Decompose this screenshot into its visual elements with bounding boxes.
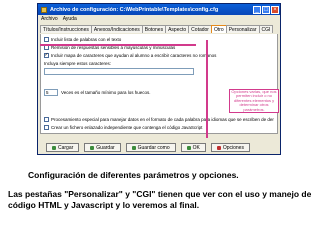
- checkbox[interactable]: [44, 37, 49, 42]
- load-button[interactable]: Cargar: [46, 143, 80, 152]
- ok-label: OK: [192, 144, 200, 151]
- option-case-sensitive[interactable]: Remisión de respuestas sensibles a mayús…: [44, 45, 175, 50]
- save-label: Guardar: [96, 144, 115, 151]
- option-label: Incluir mapa de caracteres que ayudan al…: [51, 53, 217, 58]
- checkbox[interactable]: [44, 117, 49, 122]
- checkbox[interactable]: [44, 125, 49, 130]
- option-label: Incluir lista de palabras con el texto: [51, 37, 122, 42]
- menu-file[interactable]: Archivo: [41, 16, 58, 22]
- tab-cgi[interactable]: CGI: [258, 25, 274, 33]
- options-label: Opciones: [222, 144, 244, 151]
- option-char-map[interactable]: ✓ Incluir mapa de caracteres que ayudan …: [44, 53, 216, 58]
- cross-icon: [216, 145, 221, 150]
- ok-button[interactable]: OK: [180, 143, 206, 152]
- title-bar: Archivo de configuración: C:\WebPrintabl…: [38, 4, 280, 15]
- tab-titulos[interactable]: Títulos/Instrucciones: [40, 25, 92, 33]
- save-as-button[interactable]: Guardar como: [125, 143, 176, 152]
- field-label-row: Incluya siempre estos caracteres:: [44, 61, 111, 66]
- caption: Configuración de diferentes parámetros y…: [28, 170, 239, 180]
- checkbox-checked[interactable]: ✓: [44, 53, 49, 58]
- app-icon: [41, 6, 47, 13]
- tab-anexos[interactable]: Anexos/Indicaciones: [90, 25, 143, 33]
- option-rtl[interactable]: Procesamiento especial para manejar dato…: [44, 117, 274, 122]
- options-button[interactable]: Opciones: [210, 143, 250, 152]
- characters-input[interactable]: [44, 68, 194, 75]
- option-label: Crear un fichero enlazado independiente …: [51, 125, 203, 130]
- disk-icon: [131, 145, 136, 150]
- tab-personalizar[interactable]: Personalizar: [225, 25, 260, 33]
- description-paragraph: Las pestañas "Personalizar" y "CGI" tien…: [8, 189, 312, 210]
- option-label: Procesamiento especial para manejar dato…: [51, 117, 274, 122]
- option-label: Remisión de respuestas sensibles a mayús…: [51, 45, 176, 50]
- config-window: Archivo de configuración: C:\WebPrintabl…: [37, 3, 281, 155]
- option-js-file[interactable]: Crear un fichero enlazado independiente …: [44, 125, 202, 130]
- annotation-arrow-horizontal: [40, 44, 196, 46]
- close-button[interactable]: ×: [271, 5, 279, 14]
- load-label: Cargar: [58, 144, 74, 151]
- disk-icon: [90, 145, 95, 150]
- annotation-arrow-vertical: [206, 40, 208, 138]
- save-as-label: Guardar como: [137, 144, 170, 151]
- window-title: Archivo de configuración: C:\WebPrintabl…: [50, 6, 219, 13]
- option-word-list[interactable]: Incluir lista de palabras con el texto: [44, 37, 121, 42]
- tab-otro[interactable]: Otro: [210, 25, 227, 33]
- gap-size-input[interactable]: 5: [44, 89, 58, 96]
- field-label: Incluya siempre estos caracteres:: [44, 61, 112, 66]
- check-icon: [186, 145, 191, 150]
- annotation-note: Opciones varias, que nos permiten inclui…: [229, 89, 279, 113]
- minimize-button[interactable]: _: [253, 5, 261, 14]
- save-button[interactable]: Guardar: [84, 143, 121, 152]
- button-bar: Cargar Guardar Guardar como OK Opciones: [40, 142, 278, 153]
- tab-botones[interactable]: Botones: [141, 25, 167, 33]
- options-panel: Incluir lista de palabras con el texto R…: [40, 34, 279, 134]
- checkbox[interactable]: [44, 45, 49, 50]
- tab-aspecto[interactable]: Aspecto: [165, 25, 190, 33]
- timer-label: Veces es el tamaño mínimo para los hueco…: [61, 90, 151, 95]
- tab-cotador[interactable]: Cotador: [188, 25, 212, 33]
- menu-help[interactable]: Ayuda: [63, 16, 77, 22]
- timer-row: 5 Veces es el tamaño mínimo para los hue…: [44, 89, 151, 96]
- folder-icon: [52, 145, 56, 150]
- menu-bar: Archivo Ayuda: [38, 15, 280, 22]
- maximize-button[interactable]: □: [262, 5, 270, 14]
